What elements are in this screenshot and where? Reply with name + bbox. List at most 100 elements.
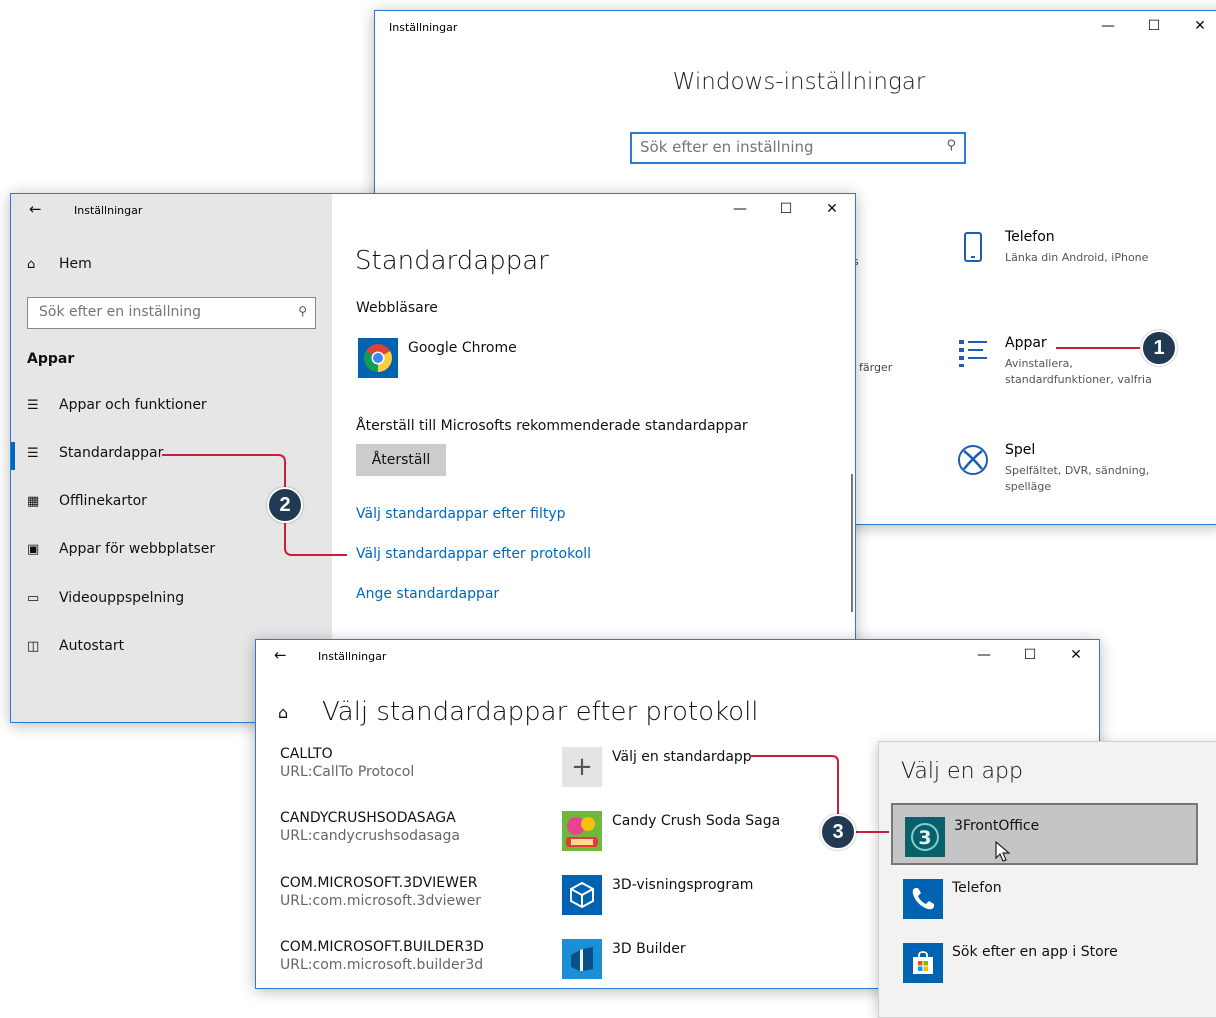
svg-text:3: 3 xyxy=(918,827,931,849)
maximize-button[interactable]: ☐ xyxy=(1007,640,1053,670)
sidebar-item-home[interactable]: ⌂ Hem xyxy=(27,256,92,272)
protocol-name: CALLTO xyxy=(280,746,333,762)
category-subtitle: Länka din Android, iPhone xyxy=(1005,251,1149,264)
sidebar-item-video-playback[interactable]: ▭ Videouppspelning xyxy=(27,590,184,606)
protocol-url: URL:com.microsoft.3dviewer xyxy=(280,893,481,909)
settings-search-box[interactable]: ⚲ xyxy=(630,132,966,164)
home-icon: ⌂ xyxy=(27,256,36,272)
sidebar-item-apps-websites[interactable]: ▣ Appar för webbplatser xyxy=(27,541,215,557)
protocol-row: COM.MICROSOFT.3DVIEWER URL:com.microsoft… xyxy=(280,875,481,909)
protocol-name: COM.MICROSOFT.BUILDER3D xyxy=(280,939,484,955)
maximize-button[interactable]: ☐ xyxy=(1131,11,1177,41)
app-option-label: 3FrontOffice xyxy=(954,818,1040,834)
link-by-filetype[interactable]: Välj standardappar efter filtyp xyxy=(356,506,566,522)
apps-websites-icon: ▣ xyxy=(27,541,40,557)
plus-icon: + xyxy=(571,752,593,782)
phone-icon xyxy=(955,229,991,265)
link-set-defaults[interactable]: Ange standardappar xyxy=(356,586,499,602)
sidebar-search-box[interactable]: ⚲ xyxy=(27,297,316,329)
phone-app-icon xyxy=(903,879,943,919)
category-title: Telefon xyxy=(1005,229,1055,245)
protocol-row: COM.MICROSOFT.BUILDER3D URL:com.microsof… xyxy=(280,939,484,973)
sidebar-item-label: Appar för webbplatser xyxy=(59,541,216,557)
video-playback-icon: ▭ xyxy=(27,590,40,606)
flyout-title: Välj en app xyxy=(901,759,1023,784)
sidebar-item-label: Offlinekartor xyxy=(59,493,147,509)
maximize-button[interactable]: ☐ xyxy=(763,194,809,224)
close-button[interactable]: ✕ xyxy=(1177,11,1216,41)
cube-icon xyxy=(570,881,594,909)
selected-indicator xyxy=(11,442,15,470)
builder-icon xyxy=(571,947,593,971)
apps-list-icon xyxy=(955,335,991,371)
minimize-button[interactable]: — xyxy=(961,640,1007,670)
candy-crush-icon xyxy=(562,811,602,851)
back-arrow-icon[interactable]: ← xyxy=(29,200,42,218)
window-title: Inställningar xyxy=(318,650,387,663)
back-arrow-icon[interactable]: ← xyxy=(274,646,287,664)
search-icon: ⚲ xyxy=(298,304,307,318)
link-by-protocol[interactable]: Välj standardappar efter protokoll xyxy=(356,546,591,562)
reset-button[interactable]: Återställ xyxy=(356,444,446,476)
app-label[interactable]: Candy Crush Soda Saga xyxy=(612,813,780,829)
window-controls: — ☐ ✕ xyxy=(1085,11,1216,41)
choose-app-tile[interactable]: + xyxy=(562,747,602,787)
minimize-button[interactable]: — xyxy=(717,194,763,224)
protocol-name: CANDYCRUSHSODASAGA xyxy=(280,810,456,826)
app-option-3frontoffice[interactable]: 3 3FrontOffice xyxy=(891,803,1198,865)
xbox-icon xyxy=(955,442,991,478)
offline-maps-icon: ▦ xyxy=(27,493,40,509)
window-title: Inställningar xyxy=(74,204,143,217)
browser-section-label: Webbläsare xyxy=(356,300,438,316)
callout-badge-1: 1 xyxy=(1141,330,1177,366)
category-title: Appar xyxy=(1005,335,1047,351)
sidebar-item-apps-features[interactable]: ☰ Appar och funktioner xyxy=(27,397,207,413)
app-picker-flyout: Välj en app 3 3FrontOffice Telefon Sök e… xyxy=(878,741,1216,1018)
protocol-name: COM.MICROSOFT.3DVIEWER xyxy=(280,875,478,891)
3d-builder-tile[interactable] xyxy=(562,939,602,979)
search-input[interactable] xyxy=(39,304,279,320)
app-label[interactable]: 3D Builder xyxy=(612,941,686,957)
browser-app-tile[interactable] xyxy=(358,338,398,378)
window-controls: — ☐ ✕ xyxy=(717,194,855,224)
page-title: Välj standardappar efter protokoll xyxy=(322,697,759,727)
sidebar-item-label: Appar och funktioner xyxy=(59,397,207,413)
apps-features-icon: ☰ xyxy=(27,397,39,413)
3frontoffice-icon: 3 xyxy=(905,817,945,857)
protocol-url: URL:com.microsoft.builder3d xyxy=(280,957,484,973)
scrollbar[interactable] xyxy=(851,474,853,612)
window-title: Inställningar xyxy=(389,21,458,34)
sidebar-item-default-apps[interactable]: ☰ Standardappar xyxy=(27,445,163,461)
search-input[interactable] xyxy=(640,138,930,156)
sidebar-item-label: Hem xyxy=(59,256,92,272)
callout-badge-3: 3 xyxy=(820,814,856,850)
3d-viewer-tile[interactable] xyxy=(562,875,602,915)
sidebar-section-title: Appar xyxy=(27,351,75,367)
window-controls: — ☐ ✕ xyxy=(961,640,1099,670)
app-option-telefon[interactable]: Telefon xyxy=(891,867,1198,929)
app-label[interactable]: 3D-visningsprogram xyxy=(612,877,753,893)
reset-description: Återställ till Microsofts rekommenderade… xyxy=(356,418,748,434)
protocol-url: URL:CallTo Protocol xyxy=(280,764,415,780)
sidebar-item-label: Videouppspelning xyxy=(59,590,185,606)
page-title: Standardappar xyxy=(355,246,549,276)
candy-crush-tile[interactable] xyxy=(562,811,602,851)
sidebar-item-label: Standardappar xyxy=(59,445,164,461)
protocol-url: URL:candycrushsodasaga xyxy=(280,828,460,844)
close-button[interactable]: ✕ xyxy=(809,194,855,224)
callout-badge-2: 2 xyxy=(267,487,303,523)
sidebar-item-label: Autostart xyxy=(59,638,125,654)
browser-app-name[interactable]: Google Chrome xyxy=(408,340,517,356)
store-icon xyxy=(903,943,943,983)
category-title: Spel xyxy=(1005,442,1036,458)
sidebar-item-startup[interactable]: ◫ Autostart xyxy=(27,638,124,654)
app-option-store[interactable]: Sök efter en app i Store xyxy=(891,931,1198,993)
sidebar-item-offline-maps[interactable]: ▦ Offlinekartor xyxy=(27,493,147,509)
page-title: Windows-inställningar xyxy=(672,69,926,95)
choose-default-app-button[interactable]: Välj en standardapp xyxy=(612,749,752,765)
minimize-button[interactable]: — xyxy=(1085,11,1131,41)
startup-icon: ◫ xyxy=(27,638,40,654)
partial-subtitle-text: färger xyxy=(859,361,893,374)
close-button[interactable]: ✕ xyxy=(1053,640,1099,670)
home-icon[interactable]: ⌂ xyxy=(278,703,288,722)
